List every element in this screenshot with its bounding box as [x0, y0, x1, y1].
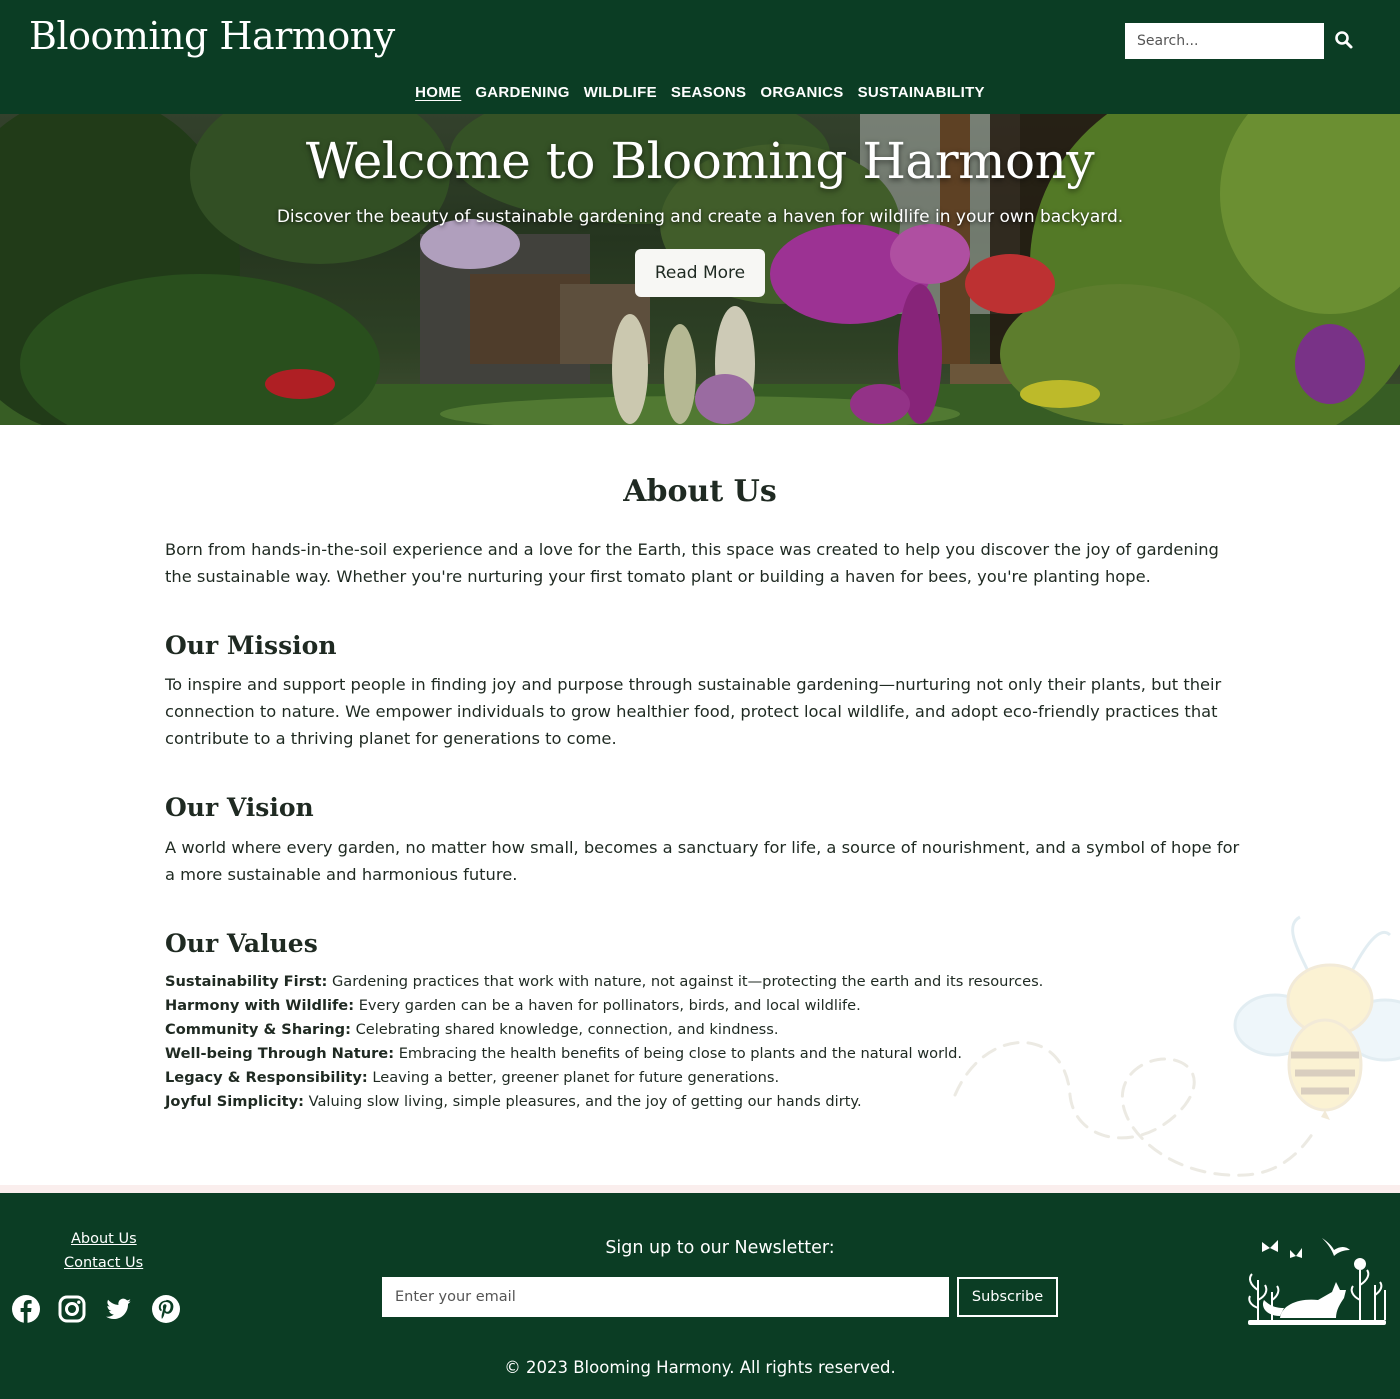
values-heading: Our Values — [165, 929, 318, 958]
mission-heading: Our Mission — [165, 631, 337, 660]
facebook-icon[interactable] — [11, 1294, 41, 1324]
fox-garden-illustration — [1248, 1238, 1386, 1325]
about-text: Born from hands-in-the-soil experience a… — [165, 540, 1219, 586]
hero-banner: Welcome to Blooming Harmony Discover the… — [0, 114, 1400, 425]
value-title: Sustainability First: — [165, 973, 328, 990]
bee-illustration — [953, 915, 1400, 1177]
value-title: Well-being Through Nature: — [165, 1045, 395, 1062]
value-text: Leaving a better, greener planet for fut… — [372, 1069, 780, 1086]
nav-gardening[interactable]: GARDENING — [475, 84, 569, 101]
site-header: Blooming Harmony HOME GARDENING WILDLIFE… — [0, 0, 1400, 114]
value-title: Joyful Simplicity: — [165, 1093, 304, 1110]
newsletter-title: Sign up to our Newsletter: — [605, 1238, 835, 1258]
nav-seasons[interactable]: SEASONS — [671, 84, 746, 101]
pinterest-icon[interactable] — [151, 1294, 181, 1324]
newsletter-email-input[interactable] — [382, 1277, 949, 1317]
nav-wildlife[interactable]: WILDLIFE — [584, 84, 657, 101]
value-text: Every garden can be a haven for pollinat… — [358, 997, 861, 1014]
value-text: Valuing slow living, simple pleasures, a… — [308, 1093, 862, 1110]
value-title: Community & Sharing: — [165, 1021, 351, 1038]
subscribe-button[interactable]: Subscribe — [957, 1277, 1058, 1317]
read-more-button[interactable]: Read More — [635, 249, 765, 297]
value-text: Celebrating shared knowledge, connection… — [355, 1021, 779, 1038]
value-text: Gardening practices that work with natur… — [331, 973, 1044, 990]
twitter-icon[interactable] — [103, 1294, 133, 1324]
site-logo[interactable]: Blooming Harmony — [29, 14, 395, 58]
hero-subtitle: Discover the beauty of sustainable garde… — [276, 207, 1124, 227]
hero-title: Welcome to Blooming Harmony — [305, 132, 1095, 190]
value-title: Legacy & Responsibility: — [165, 1069, 368, 1086]
value-text: Embracing the health benefits of being c… — [398, 1045, 963, 1062]
nav-sustainability[interactable]: SUSTAINABILITY — [858, 84, 985, 101]
vision-text: A world where every garden, no matter ho… — [165, 838, 1240, 884]
main-nav: HOME GARDENING WILDLIFE SEASONS ORGANICS… — [0, 84, 1400, 101]
instagram-icon[interactable] — [57, 1294, 87, 1324]
nav-organics[interactable]: ORGANICS — [760, 84, 843, 101]
search-icon[interactable] — [1334, 30, 1354, 50]
value-title: Harmony with Wildlife: — [165, 997, 355, 1014]
search-input[interactable] — [1125, 23, 1324, 59]
nav-home[interactable]: HOME — [415, 84, 461, 101]
mission-text: To inspire and support people in finding… — [165, 675, 1222, 748]
copyright-text: © 2023 Blooming Harmony. All rights rese… — [504, 1358, 896, 1377]
vision-heading: Our Vision — [165, 793, 314, 822]
about-heading: About Us — [623, 474, 777, 509]
footer-divider — [0, 1185, 1400, 1193]
